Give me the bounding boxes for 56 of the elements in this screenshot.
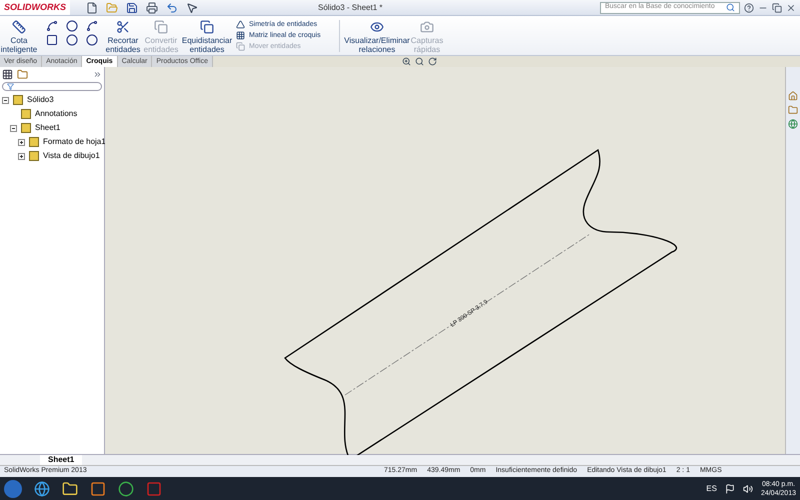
- rectangle-tool-icon[interactable]: [46, 34, 58, 46]
- select-icon[interactable]: [186, 2, 198, 14]
- convert-icon: [154, 20, 168, 34]
- undo-icon[interactable]: [166, 2, 178, 14]
- tree-node-icon: [21, 123, 31, 133]
- search-icon[interactable]: [726, 3, 735, 12]
- globe-icon[interactable]: [788, 119, 798, 129]
- restore-icon[interactable]: [772, 2, 782, 12]
- filter-icon: [7, 83, 14, 90]
- new-file-icon[interactable]: [86, 2, 98, 14]
- tree-node-icon: [29, 151, 39, 161]
- expand-icon[interactable]: [18, 138, 25, 146]
- filter-field[interactable]: [2, 82, 102, 91]
- tree-item[interactable]: Vista de dibujo1: [43, 150, 100, 162]
- language-indicator[interactable]: ES: [706, 482, 717, 494]
- folder-icon[interactable]: [62, 480, 78, 496]
- relations-icon: [370, 20, 384, 34]
- collapse-icon[interactable]: [10, 124, 17, 132]
- smart-dimension-button[interactable]: Cota inteligente: [0, 20, 38, 54]
- offset-icon: [200, 20, 214, 34]
- sheet-tab[interactable]: Sheet1: [40, 454, 82, 466]
- flag-icon[interactable]: [724, 484, 735, 494]
- rotate-icon[interactable]: [428, 57, 437, 66]
- zoom-area-icon[interactable]: [415, 57, 424, 66]
- trim-entities-button[interactable]: Recortar entidades: [106, 20, 140, 54]
- triangle-icon: [236, 20, 245, 29]
- collapse-icon[interactable]: [2, 96, 9, 104]
- tree-node-icon: [21, 109, 31, 119]
- zoom-icon[interactable]: [402, 57, 411, 66]
- tree-item[interactable]: Sheet1: [35, 122, 60, 134]
- print-icon[interactable]: [146, 2, 158, 14]
- home-icon[interactable]: [788, 91, 798, 101]
- circle-tool-icon[interactable]: [66, 20, 78, 32]
- window-title: Sólido3 - Sheet1 *: [318, 2, 382, 14]
- snap-icon: [420, 20, 434, 34]
- volume-icon[interactable]: [742, 484, 753, 494]
- trim-icon: [116, 20, 130, 34]
- expand-icon[interactable]: [18, 152, 25, 160]
- expand-panel-icon[interactable]: [93, 70, 102, 79]
- help-icon[interactable]: [744, 2, 754, 12]
- feature-manager-tab-icon[interactable]: [2, 69, 13, 80]
- dimension-icon: [12, 20, 26, 34]
- tree-node-icon: [13, 95, 23, 105]
- spline-tool-icon[interactable]: [86, 20, 98, 32]
- offset-entities-button[interactable]: Equidistanciar entidades: [182, 20, 232, 54]
- start-button[interactable]: [4, 480, 22, 498]
- save-icon[interactable]: [126, 2, 138, 14]
- property-tab-icon[interactable]: [17, 69, 28, 80]
- tree-node-icon: [29, 137, 39, 147]
- app-logo: SOLIDWORKS: [0, 0, 70, 15]
- tree-item[interactable]: Formato de hoja1: [43, 136, 106, 148]
- grid-icon: [236, 31, 245, 40]
- close-icon[interactable]: [786, 2, 796, 12]
- tree-item[interactable]: Annotations: [35, 108, 78, 120]
- tree-item[interactable]: Sólido3: [27, 94, 54, 106]
- copy-icon: [236, 42, 245, 51]
